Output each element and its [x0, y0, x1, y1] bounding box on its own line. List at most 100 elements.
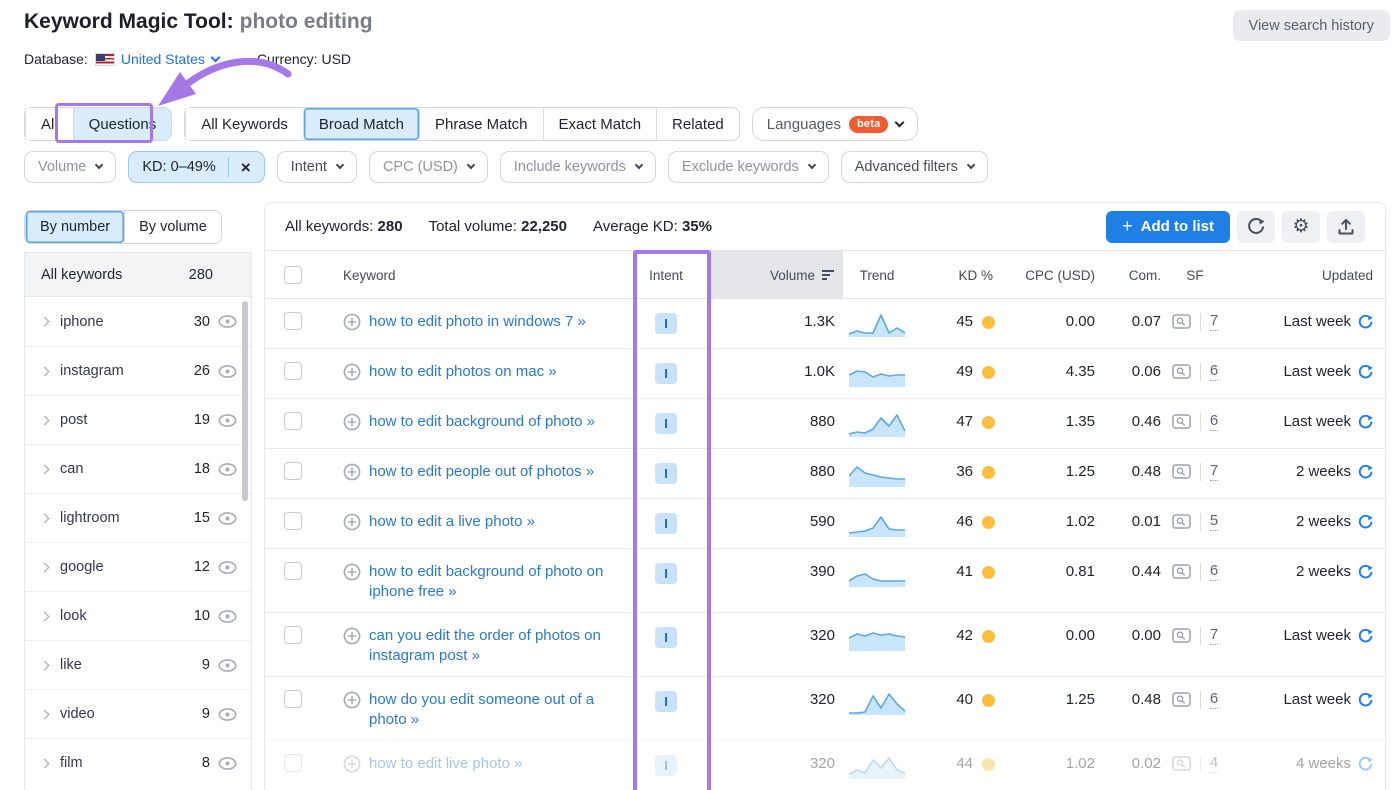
column-header-sf[interactable]: SF — [1167, 251, 1223, 299]
row-checkbox[interactable] — [284, 562, 302, 580]
eye-icon[interactable] — [218, 659, 237, 672]
row-checkbox[interactable] — [284, 626, 302, 644]
update-refresh-icon[interactable] — [1358, 315, 1373, 330]
intent-badge[interactable]: I — [655, 413, 677, 434]
serp-preview-icon[interactable] — [1172, 692, 1191, 707]
eye-icon[interactable] — [218, 512, 237, 525]
add-keyword-plus-icon[interactable] — [343, 755, 361, 773]
column-header-trend[interactable]: Trend — [843, 251, 911, 299]
add-keyword-plus-icon[interactable] — [343, 363, 361, 381]
tab[interactable]: All Keywords — [185, 108, 303, 140]
row-checkbox[interactable] — [284, 462, 302, 480]
filter-dropdown[interactable]: Include keywords — [500, 151, 656, 183]
column-header-updated[interactable]: Updated — [1223, 251, 1386, 299]
serp-preview-icon[interactable] — [1172, 514, 1191, 529]
serp-features-count[interactable]: 6 — [1210, 412, 1218, 431]
select-all-checkbox[interactable] — [284, 266, 302, 284]
sidebar-scrollbar[interactable] — [242, 301, 248, 501]
serp-features-count[interactable]: 4 — [1210, 754, 1218, 773]
add-keyword-plus-icon[interactable] — [343, 691, 361, 709]
keyword-link[interactable]: how to edit a live photo » — [369, 512, 535, 532]
serp-preview-icon[interactable] — [1172, 414, 1191, 429]
filter-dropdown[interactable]: Volume — [24, 151, 116, 183]
languages-dropdown[interactable]: Languages beta — [752, 107, 919, 141]
eye-icon[interactable] — [218, 757, 237, 770]
eye-icon[interactable] — [218, 414, 237, 427]
eye-icon[interactable] — [218, 708, 237, 721]
tab[interactable]: Exact Match — [543, 108, 657, 140]
sidebar-sort-tab[interactable]: By volume — [124, 211, 221, 243]
column-header-kd[interactable]: KD % — [911, 251, 999, 299]
serp-features-count[interactable]: 6 — [1210, 562, 1218, 581]
serp-features-count[interactable]: 6 — [1210, 690, 1218, 709]
keyword-group-item[interactable]: film 8 — [25, 738, 251, 787]
filter-dropdown[interactable]: CPC (USD) — [369, 151, 488, 183]
intent-badge[interactable]: I — [655, 313, 677, 334]
serp-features-count[interactable]: 7 — [1210, 626, 1218, 645]
update-refresh-icon[interactable] — [1358, 465, 1373, 480]
add-to-list-button[interactable]: + Add to list — [1106, 211, 1230, 243]
serp-features-count[interactable]: 7 — [1210, 462, 1218, 481]
keyword-link[interactable]: how to edit live photo » — [369, 754, 522, 774]
add-keyword-plus-icon[interactable] — [343, 463, 361, 481]
filter-dropdown[interactable]: Exclude keywords — [668, 151, 829, 183]
intent-badge[interactable]: I — [655, 463, 677, 484]
keyword-link[interactable]: how to edit photo in windows 7 » — [369, 312, 586, 332]
filter-dropdown[interactable]: KD: 0–49% × — [128, 151, 264, 183]
sidebar-sort-tab[interactable]: By number — [25, 211, 124, 243]
column-header-volume[interactable]: Volume — [711, 251, 843, 299]
tab[interactable]: Broad Match — [303, 108, 419, 140]
update-refresh-icon[interactable] — [1358, 565, 1373, 580]
keyword-link[interactable]: how to edit photos on mac » — [369, 362, 557, 382]
database-selector[interactable]: United States — [121, 51, 219, 67]
serp-preview-icon[interactable] — [1172, 564, 1191, 579]
intent-badge[interactable]: I — [655, 563, 677, 584]
eye-icon[interactable] — [218, 561, 237, 574]
serp-preview-icon[interactable] — [1172, 314, 1191, 329]
row-checkbox[interactable] — [284, 312, 302, 330]
intent-badge[interactable]: I — [655, 513, 677, 534]
filter-dropdown[interactable]: Intent — [277, 151, 357, 183]
intent-badge[interactable]: I — [655, 755, 677, 776]
column-header-cpc[interactable]: CPC (USD) — [999, 251, 1101, 299]
update-refresh-icon[interactable] — [1358, 515, 1373, 530]
serp-features-count[interactable]: 6 — [1210, 362, 1218, 381]
tab[interactable]: Phrase Match — [419, 108, 543, 140]
column-header-com[interactable]: Com. — [1101, 251, 1167, 299]
keyword-group-item[interactable]: video 9 — [25, 689, 251, 738]
keyword-group-item[interactable]: lightroom 15 — [25, 493, 251, 542]
keyword-group-item[interactable]: post 19 — [25, 395, 251, 444]
row-checkbox[interactable] — [284, 512, 302, 530]
row-checkbox[interactable] — [284, 362, 302, 380]
keyword-group-item[interactable]: like 9 — [25, 640, 251, 689]
column-header-keyword[interactable]: Keyword — [321, 251, 621, 299]
keyword-group-item[interactable]: google 12 — [25, 542, 251, 591]
keyword-group-item[interactable]: instagram 26 — [25, 346, 251, 395]
all-keywords-row[interactable]: All keywords 280 — [25, 253, 251, 297]
eye-icon[interactable] — [218, 463, 237, 476]
serp-features-count[interactable]: 7 — [1210, 312, 1218, 331]
filter-dropdown[interactable]: Advanced filters — [841, 151, 988, 183]
keyword-link[interactable]: how to edit background of photo » — [369, 412, 595, 432]
add-keyword-plus-icon[interactable] — [343, 313, 361, 331]
settings-gear-button[interactable]: ⚙ — [1282, 211, 1320, 243]
keyword-group-item[interactable]: iphone 30 — [25, 297, 251, 346]
add-keyword-plus-icon[interactable] — [343, 563, 361, 581]
update-refresh-icon[interactable] — [1358, 693, 1373, 708]
tab[interactable]: Questions — [73, 108, 172, 140]
update-refresh-icon[interactable] — [1358, 365, 1373, 380]
row-checkbox[interactable] — [284, 690, 302, 708]
refresh-button[interactable] — [1237, 211, 1275, 243]
serp-preview-icon[interactable] — [1172, 756, 1191, 771]
keyword-link[interactable]: how do you edit someone out of a photo » — [369, 690, 615, 730]
add-keyword-plus-icon[interactable] — [343, 627, 361, 645]
update-refresh-icon[interactable] — [1358, 629, 1373, 644]
serp-features-count[interactable]: 5 — [1210, 512, 1218, 531]
add-keyword-plus-icon[interactable] — [343, 513, 361, 531]
tab[interactable]: Related — [656, 108, 739, 140]
intent-badge[interactable]: I — [655, 691, 677, 712]
eye-icon[interactable] — [218, 365, 237, 378]
row-checkbox[interactable] — [284, 754, 302, 772]
keyword-link[interactable]: how to edit background of photo on iphon… — [369, 562, 615, 602]
export-button[interactable] — [1327, 211, 1365, 243]
